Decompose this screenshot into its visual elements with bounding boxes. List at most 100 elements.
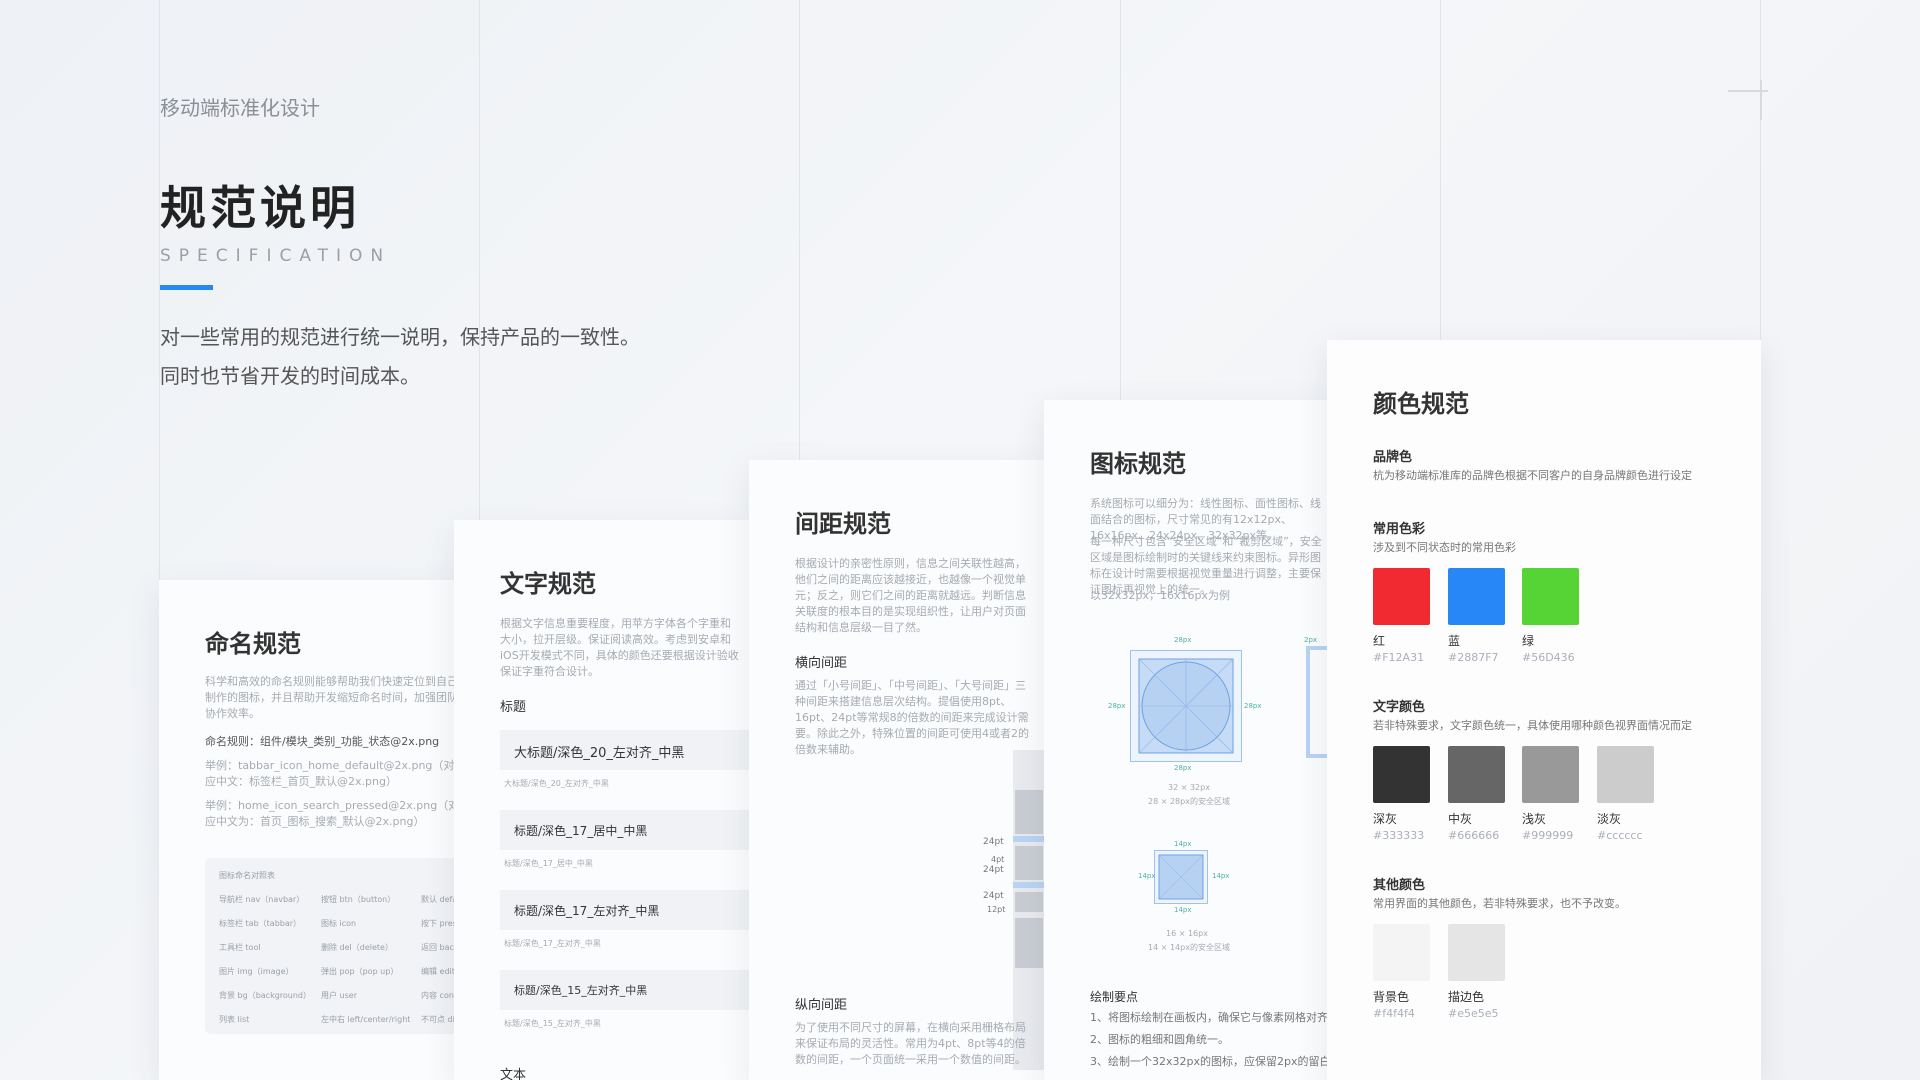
swatch-hex: #666666 (1448, 829, 1500, 842)
color-swatch-mid-gray (1448, 746, 1505, 803)
card-title: 颜色规范 (1373, 390, 1469, 418)
table-cell: 左中右 left/center/right (321, 1015, 411, 1024)
naming-table: 图标命名对照表 导航栏 nav（navbar） 按钮 btn（button） 默… (205, 858, 479, 1034)
text-sample-row: 大标题/深色_20_左对齐_中黑 (500, 730, 750, 770)
section-desc: 涉及到不同状态时的常用色彩 (1373, 541, 1516, 554)
table-cell: 删除 del（delete） (321, 943, 393, 952)
color-swatch-light-gray (1522, 746, 1579, 803)
icon-spec-card: 图标规范 系统图标可以细分为：线性图标、面性图标、线面结合的图标，尺寸常见的有1… (1044, 400, 1344, 1080)
icon-grid-svg (1138, 658, 1234, 754)
accent-bar (160, 285, 213, 290)
block (1015, 892, 1043, 912)
dimension-label: 14px (1212, 872, 1230, 880)
section-title: 纵向间距 (795, 998, 848, 1013)
card-title: 文字规范 (500, 570, 596, 598)
color-swatch-red (1373, 568, 1430, 625)
swatch-name: 浅灰 (1522, 812, 1547, 826)
section-desc: 杭为移动端标准库的品牌色根据不同客户的自身品牌颜色进行设定 (1373, 469, 1692, 482)
dimension-label: 28px (1244, 702, 1262, 710)
card-title: 命名规范 (205, 630, 301, 658)
color-swatch-blue (1448, 568, 1505, 625)
text-sample: 标题/深色_15_左对齐_中黑 (514, 984, 648, 997)
block (1015, 790, 1043, 834)
section-title: 文本 (500, 1068, 527, 1080)
text-sample-row: 标题/深色_15_左对齐_中黑 (500, 970, 750, 1010)
page-description: 对一些常用的规范进行统一说明，保持产品的一致性。 同时也节省开发的时间成本。 (160, 318, 640, 396)
block (1015, 846, 1043, 880)
section-desc: 常用界面的其他颜色，若非特殊要求，也不予改变。 (1373, 897, 1626, 910)
swatch-hex: #56D436 (1522, 651, 1575, 664)
spacing-label: 24pt (983, 865, 1004, 875)
naming-example: 举例：home_icon_search_pressed@2x.png（对应中文为… (205, 799, 460, 828)
table-cell: 背景 bg（background） (219, 991, 312, 1000)
section-title: 绘制要点 (1090, 990, 1139, 1004)
swatch-name: 蓝 (1448, 634, 1461, 648)
card-title: 图标规范 (1090, 450, 1186, 478)
section-title: 品牌色 (1373, 450, 1413, 465)
naming-example: 举例：tabbar_icon_home_default@2x.png（对应中文：… (205, 759, 455, 788)
text-caption: 标题/深色_15_左对齐_中黑 (504, 1019, 601, 1028)
swatch-hex: #f4f4f4 (1373, 1007, 1415, 1020)
swatch-name: 背景色 (1373, 990, 1410, 1004)
text-intro: 根据文字信息重要程度，用苹方字体各个字重和大小，拉开层级。保证阅读高效。考虑到安… (500, 617, 739, 678)
color-swatch-dark-gray (1373, 746, 1430, 803)
swatch-name: 淡灰 (1597, 812, 1622, 826)
table-title: 图标命名对照表 (219, 871, 275, 880)
spacing-label: 12pt (987, 905, 1006, 914)
dimension-label: 2px (1304, 636, 1318, 644)
table-cell: 编辑 edit (421, 967, 455, 976)
dimension-label: 28px (1108, 702, 1126, 710)
icon-grid-svg (1158, 854, 1204, 900)
page-title: 规范说明 (160, 181, 360, 235)
page-subtitle: 移动端标准化设计 (160, 96, 320, 120)
spacing-label: 24pt (983, 837, 1004, 847)
block (1015, 918, 1043, 968)
table-cell: 导航栏 nav（navbar） (219, 895, 305, 904)
spacing-marker (1013, 882, 1045, 888)
naming-spec-card: 命名规范 科学和高效的命名规则能够帮助我们快速定位到自己制作的图标，并且帮助开发… (159, 580, 479, 1080)
naming-intro: 科学和高效的命名规则能够帮助我们快速定位到自己制作的图标，并且帮助开发缩短命名时… (205, 675, 458, 720)
corner-mark (1760, 80, 1762, 120)
swatch-name: 中灰 (1448, 812, 1473, 826)
swatch-name: 深灰 (1373, 812, 1398, 826)
swatch-hex: #F12A31 (1373, 651, 1425, 664)
spacing-marker (1013, 836, 1045, 842)
swatch-name: 绿 (1522, 634, 1535, 648)
table-cell: 返回 back (421, 943, 459, 952)
section-title: 其他颜色 (1373, 878, 1426, 893)
desc-line: 对一些常用的规范进行统一说明，保持产品的一致性。 (160, 325, 640, 349)
corner-mark (1728, 90, 1768, 92)
swatch-hex: #2887F7 (1448, 651, 1499, 664)
section-desc: 若非特殊要求，文字颜色统一，具体使用哪种颜色视界面情况而定 (1373, 719, 1692, 732)
color-swatch-border (1448, 924, 1505, 981)
table-cell: 用户 user (321, 991, 357, 1000)
icon-point: 3、绘制一个32x32px的图标，应保留2px的留白区域，28x28px的安全区… (1090, 1055, 1344, 1068)
color-spec-card: 颜色规范 品牌色 杭为移动端标准库的品牌色根据不同客户的自身品牌颜色进行设定 常… (1327, 340, 1761, 1080)
dimension-label: 14px (1174, 906, 1192, 914)
section-title: 横向间距 (795, 656, 848, 671)
text-caption: 标题/深色_17_居中_中黑 (504, 859, 593, 868)
table-cell: 标签栏 tab（tabbar） (219, 919, 302, 928)
page-title-en: SPECIFICATION (160, 246, 392, 266)
table-cell: 图片 img（image） (219, 967, 294, 976)
card-title: 间距规范 (795, 510, 891, 538)
desc-line: 同时也节省开发的时间成本。 (160, 364, 420, 388)
dimension-label: 14px (1174, 840, 1192, 848)
table-cell: 列表 list (219, 1015, 250, 1024)
swatch-name: 红 (1373, 634, 1386, 648)
spacing-intro: 根据设计的亲密性原则，信息之间关联性越高，他们之间的距离应该越接近，也越像一个视… (795, 557, 1026, 634)
spacing-desc: 通过「小号间距」、「中号间距」、「大号间距」三种间距来搭建信息层次结构。提倡使用… (795, 679, 1029, 756)
spacing-desc: 为了使用不同尺寸的屏幕，在横向采用栅格布局来保证布局的灵活性。常用为4pt、8p… (795, 1021, 1026, 1066)
text-sample: 大标题/深色_20_左对齐_中黑 (514, 746, 685, 761)
text-caption: 标题/深色_17_左对齐_中黑 (504, 939, 601, 948)
dimension-label: 28px (1174, 764, 1192, 772)
text-sample: 标题/深色_17_居中_中黑 (514, 824, 648, 838)
icon-caption: 14 × 14px的安全区域 (1148, 943, 1230, 952)
color-swatch-background (1373, 924, 1430, 981)
table-cell: 图标 icon (321, 919, 357, 928)
table-cell: 工具栏 tool (219, 943, 261, 952)
swatch-hex: #333333 (1373, 829, 1425, 842)
icon-point: 2、图标的粗细和圆角统一。 (1090, 1033, 1229, 1046)
swatch-hex: #cccccc (1597, 829, 1643, 842)
icon-caption: 28 × 28px的安全区域 (1148, 797, 1230, 806)
